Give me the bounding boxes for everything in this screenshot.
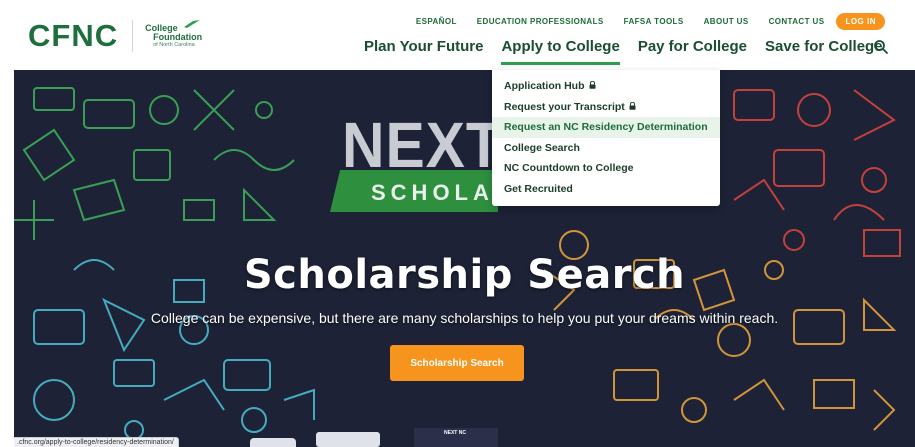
- next-nc-ribbon-text: SCHOLA: [371, 180, 494, 205]
- thumbnail-card[interactable]: [316, 432, 380, 447]
- utility-nav: ESPAÑOL EDUCATION PROFESSIONALS FAFSA TO…: [396, 13, 885, 30]
- logo-divider: [132, 20, 134, 52]
- util-link-fafsa-tools[interactable]: FAFSA TOOLS: [624, 17, 684, 26]
- util-link-contact-us[interactable]: CONTACT US: [769, 17, 825, 26]
- dropdown-item-label: Get Recruited: [504, 182, 573, 195]
- thumbnail-card[interactable]: NEXT NC: [414, 428, 498, 447]
- logo-line-3: of North Carolina: [153, 41, 195, 48]
- util-link-espanol[interactable]: ESPAÑOL: [416, 17, 457, 26]
- nav-apply-to-college[interactable]: Apply to College: [501, 38, 621, 65]
- hero-banner: NEXT SCHOLA Scholarship Search College c…: [14, 70, 915, 447]
- login-button[interactable]: LOG IN: [836, 13, 885, 30]
- main-nav: Plan Your Future Apply to College Pay fo…: [364, 38, 901, 65]
- nav-pay-for-college[interactable]: Pay for College: [638, 38, 747, 65]
- dropdown-item-get-recruited[interactable]: Get Recruited: [492, 179, 720, 200]
- lock-icon: [589, 81, 595, 90]
- dropdown-item-label: Request your Transcript: [504, 100, 625, 113]
- logo-wordmark: CFNC: [28, 18, 119, 53]
- status-bar-url: .cfnc.org/apply-to-college/residency-det…: [14, 437, 179, 447]
- logo-swoosh-icon: [184, 19, 201, 28]
- logo-subtitle: College Foundation of North Carolina: [145, 19, 203, 49]
- dropdown-item-nc-countdown[interactable]: NC Countdown to College: [492, 158, 720, 179]
- nav-save-for-college[interactable]: Save for College: [765, 38, 883, 65]
- scholarship-search-button[interactable]: Scholarship Search: [390, 345, 524, 381]
- site-logo[interactable]: CFNC College Foundation of North Carolin…: [28, 18, 202, 54]
- thumbnail-label: NEXT NC: [444, 430, 466, 436]
- dropdown-item-request-transcript[interactable]: Request your Transcript: [492, 97, 720, 118]
- util-link-education-professionals[interactable]: EDUCATION PROFESSIONALS: [477, 17, 604, 26]
- dropdown-item-college-search[interactable]: College Search: [492, 138, 720, 159]
- hero-subtitle: College can be expensive, but there are …: [150, 310, 779, 326]
- dropdown-item-label: NC Countdown to College: [504, 162, 634, 175]
- thumbnail-card[interactable]: [250, 438, 296, 447]
- dropdown-item-nc-residency[interactable]: Request an NC Residency Determination: [492, 117, 720, 138]
- dropdown-item-label: Application Hub: [504, 80, 585, 93]
- apply-to-college-dropdown: Application Hub Request your Transcript …: [492, 70, 720, 206]
- logo-line-2: Foundation: [153, 31, 203, 42]
- hero-title: Scholarship Search: [243, 252, 686, 298]
- dropdown-item-label: Request an NC Residency Determination: [504, 121, 708, 134]
- dropdown-item-label: College Search: [504, 141, 580, 154]
- lock-icon: [629, 101, 636, 110]
- search-icon[interactable]: [873, 39, 889, 55]
- util-link-about-us[interactable]: ABOUT US: [704, 17, 749, 26]
- dropdown-item-application-hub[interactable]: Application Hub: [492, 76, 720, 97]
- nav-plan-your-future[interactable]: Plan Your Future: [364, 38, 483, 65]
- site-header: CFNC College Foundation of North Carolin…: [0, 0, 915, 70]
